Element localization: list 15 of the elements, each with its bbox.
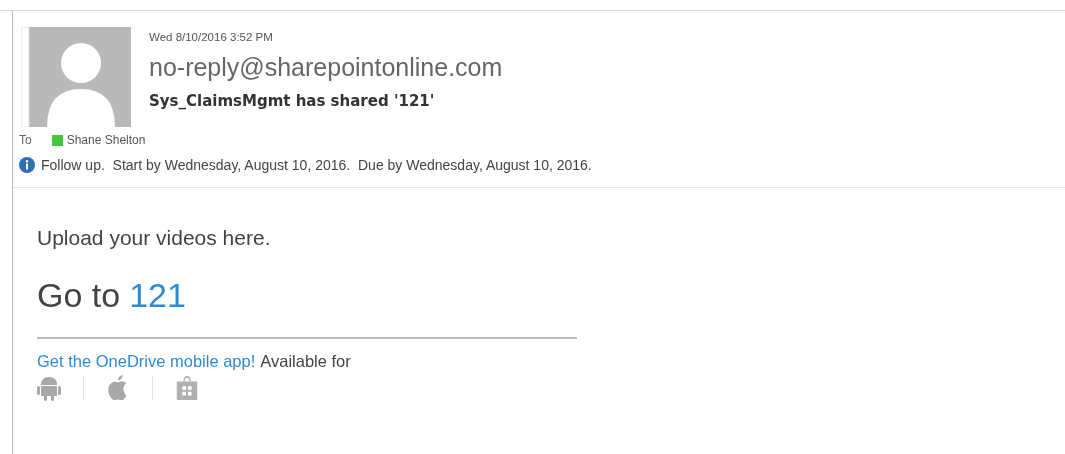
store-icon[interactable] [175, 375, 199, 401]
to-label: To [19, 133, 32, 147]
go-to-text: Go to [37, 276, 121, 315]
android-icon[interactable] [37, 375, 61, 401]
sender-address: no-reply@sharepointonline.com [149, 53, 503, 82]
body-text: Upload your videos here. [37, 226, 272, 250]
follow-up-note: Follow up. Start by Wednesday, August 10, 2016. Due by Wednesday, August 10, 2016. [41, 157, 592, 173]
avatar-icon [21, 27, 131, 127]
onedrive-app-link[interactable]: Get the OneDrive mobile app! [37, 352, 256, 371]
folder-link[interactable]: 121 [129, 276, 186, 315]
sent-date: Wed 8/10/2016 3:52 PM [149, 31, 274, 43]
available-text: Available for [260, 352, 351, 371]
recipient-name[interactable]: Shane Shelton [66, 133, 146, 147]
subject: Sys_ClaimsMgmt has shared '121' [149, 92, 436, 110]
info-icon [19, 157, 35, 173]
